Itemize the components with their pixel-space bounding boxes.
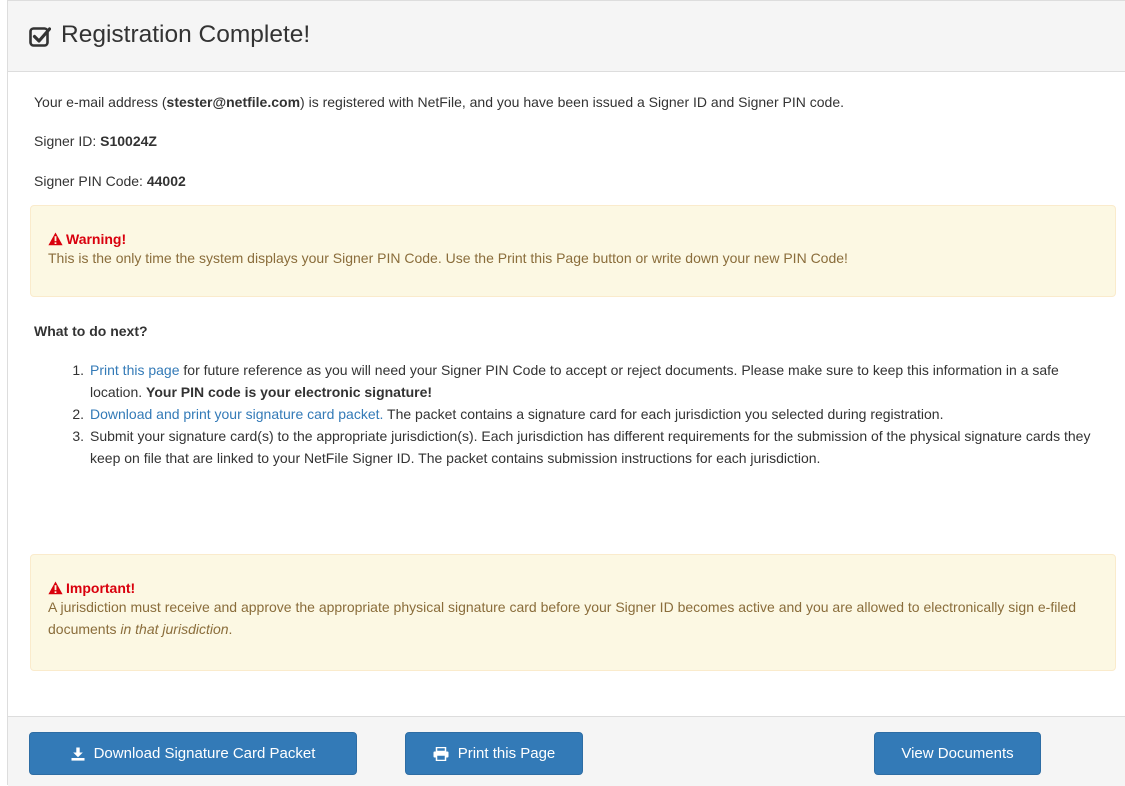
step-number: 2.: [72, 406, 84, 422]
important-alert: Important! A jurisdiction must receive a…: [30, 554, 1116, 671]
warning-icon: [48, 581, 63, 595]
step-number: 3.: [72, 428, 84, 444]
signer-id-row: Signer ID: S10024Z: [34, 131, 157, 151]
step-bold-text: Your PIN code is your electronic signatu…: [146, 384, 433, 400]
print-page-link[interactable]: Print this page: [90, 362, 180, 378]
check-square-icon: [29, 27, 51, 47]
step-text: Submit your signature card(s) to the app…: [90, 428, 1091, 466]
warning-alert: Warning! This is the only time the syste…: [30, 205, 1116, 297]
intro-prefix: Your e-mail address (: [34, 94, 167, 110]
view-documents-label: View Documents: [901, 745, 1014, 762]
download-signature-card-button[interactable]: Download Signature Card Packet: [29, 732, 357, 775]
important-end: .: [228, 621, 233, 637]
important-title: Important!: [48, 579, 135, 597]
panel-heading: Registration Complete!: [8, 1, 1125, 72]
list-item: 3. Submit your signature card(s) to the a…: [72, 425, 1114, 469]
panel-footer: Download Signature Card Packet Print thi…: [8, 716, 1125, 786]
registration-panel: Registration Complete! Your e-mail addre…: [7, 0, 1125, 786]
list-item: 2. Download and print your signature card…: [72, 403, 1114, 425]
important-body: A jurisdiction must receive and approve …: [48, 596, 1101, 640]
important-title-text: Important!: [66, 580, 136, 596]
signer-pin-value: 44002: [146, 173, 186, 189]
list-item: 1. Print this page for future reference a…: [72, 359, 1114, 403]
download-packet-link[interactable]: Download and print your signature card p…: [90, 406, 383, 422]
next-steps-heading: What to do next?: [34, 323, 148, 339]
warning-icon: [48, 232, 63, 246]
signer-pin-row: Signer PIN Code: 44002: [34, 171, 186, 191]
download-icon: [71, 747, 85, 761]
warning-title-text: Warning!: [66, 231, 127, 247]
next-steps-list: 1. Print this page for future reference a…: [34, 359, 1114, 469]
intro-suffix: ) is registered with NetFile, and you ha…: [300, 94, 844, 110]
signer-id-value: S10024Z: [100, 133, 157, 149]
print-page-button[interactable]: Print this Page: [405, 732, 583, 775]
warning-body: This is the only time the system display…: [48, 250, 848, 266]
download-button-label: Download Signature Card Packet: [93, 745, 316, 762]
print-icon: [433, 746, 449, 761]
important-italic-text: in that jurisdiction: [120, 621, 229, 637]
print-button-label: Print this Page: [457, 745, 556, 762]
signer-pin-label: Signer PIN Code:: [34, 173, 147, 189]
step-text: The packet contains a signature card for…: [383, 406, 944, 422]
step-number: 1.: [72, 362, 84, 378]
registered-email: stester@netfile.com: [166, 94, 301, 110]
intro-text: Your e-mail address (stester@netfile.com…: [34, 92, 844, 112]
page-title: Registration Complete!: [61, 21, 311, 48]
signer-id-label: Signer ID:: [34, 133, 101, 149]
view-documents-button[interactable]: View Documents: [874, 732, 1041, 775]
warning-title: Warning!: [48, 230, 126, 248]
